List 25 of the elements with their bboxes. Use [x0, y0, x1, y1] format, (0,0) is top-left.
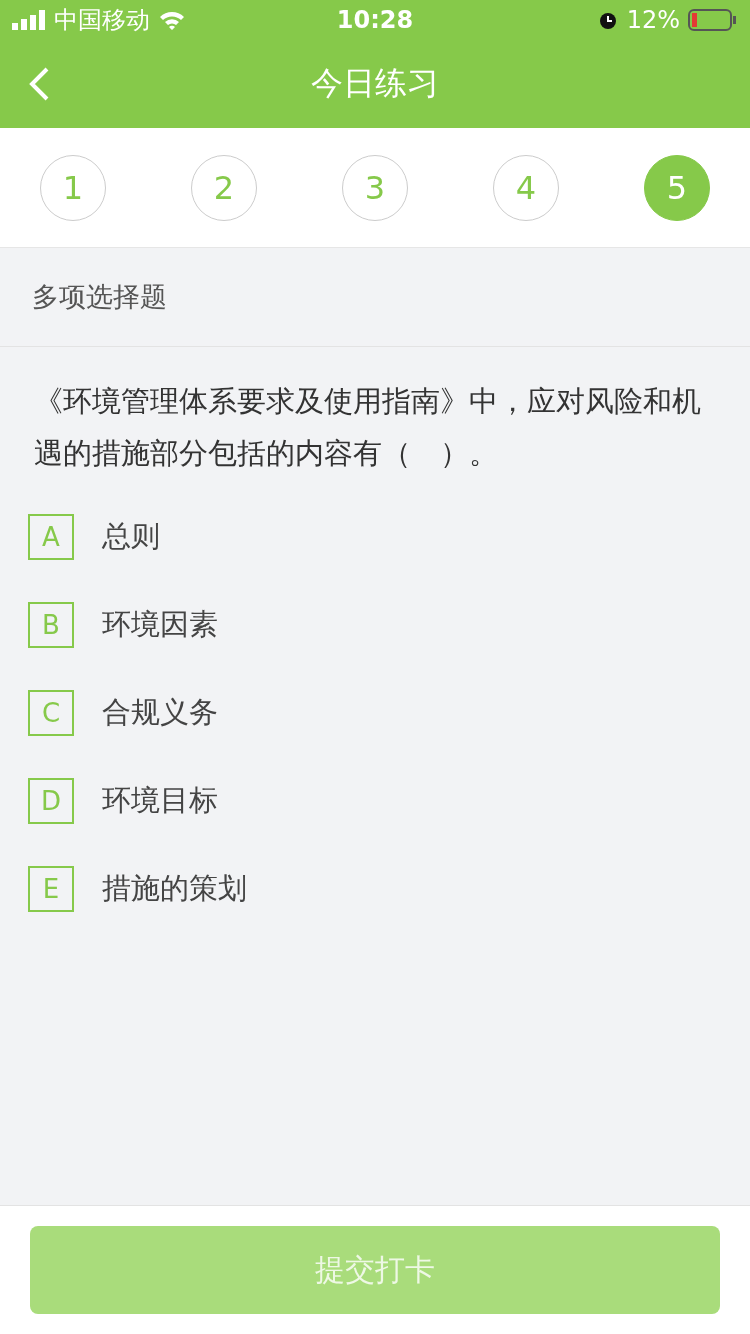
option-checkbox[interactable]: B [28, 602, 74, 648]
question-type: 多项选择题 [32, 280, 167, 314]
battery-percent: 12% [626, 6, 680, 34]
option-label[interactable]: 合规义务 [102, 693, 218, 733]
question-text: 《环境管理体系要求及使用指南》中，应对风险和机遇的措施部分包括的内容有（ ）。 [33, 383, 702, 472]
wifi-icon [158, 10, 186, 30]
option-checkbox[interactable]: A [28, 514, 74, 560]
back-icon[interactable] [28, 66, 50, 102]
signal-icon [12, 10, 46, 30]
option-label[interactable]: 总则 [102, 517, 160, 557]
option-label[interactable]: 措施的策划 [102, 869, 247, 909]
carrier: 中国移动 [54, 5, 150, 36]
page-title: 今日练习 [311, 63, 439, 104]
question-number[interactable]: 3 [342, 154, 408, 221]
option-checkbox[interactable]: D [28, 778, 74, 824]
question-number[interactable]: 4 [493, 154, 559, 221]
question-number[interactable]: 5 [644, 154, 710, 221]
option-label[interactable]: 环境目标 [102, 781, 218, 821]
battery-icon [688, 8, 738, 32]
option-label[interactable]: 环境因素 [102, 605, 218, 645]
question-number[interactable]: 1 [40, 154, 106, 221]
option-checkbox[interactable]: E [28, 866, 74, 912]
clock: 10:28 [336, 6, 414, 34]
option-checkbox[interactable]: C [28, 690, 74, 736]
question-number[interactable]: 2 [191, 154, 257, 221]
